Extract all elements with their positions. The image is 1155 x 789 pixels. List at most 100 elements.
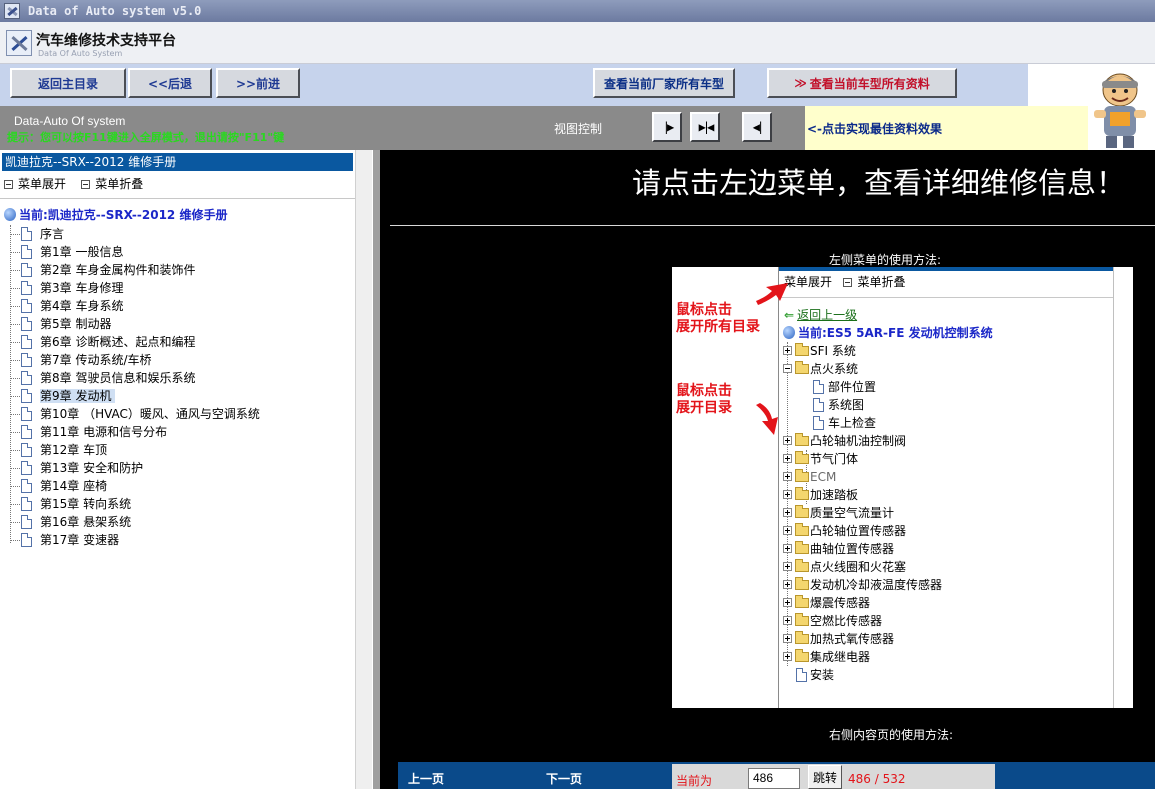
- demo-tree-row: 系统图: [782, 396, 942, 414]
- sidebar-item-label: 第2章 车身金属构件和装饰件: [40, 263, 196, 277]
- view-control-bar: Data-Auto Of system 提示：您可以按F11键进入全屏模式，退出…: [0, 106, 1088, 150]
- document-icon: [21, 407, 32, 421]
- sidebar-item-label: 第5章 制动器: [40, 317, 112, 331]
- all-models-button[interactable]: 查看当前厂家所有车型: [593, 68, 735, 98]
- sidebar-item[interactable]: 第2章 车身金属构件和装饰件: [10, 261, 260, 279]
- demo-topbar: [779, 267, 1113, 271]
- sidebar-item-label: 第4章 车身系统: [40, 299, 124, 313]
- split-arrows-icon: ▶|◀: [698, 120, 715, 134]
- folder-icon: [795, 631, 809, 644]
- all-model-data-button[interactable]: ≫ 查看当前车型所有资料: [767, 68, 957, 98]
- content-heading: 请点击左边菜单，查看详细维修信息！: [632, 166, 1126, 200]
- annotation-expand-line2: 展开目录: [676, 400, 732, 416]
- demo-tree-row: 节气门体: [782, 450, 942, 468]
- sidebar-item[interactable]: 第6章 诊断概述、起点和编程: [10, 333, 260, 351]
- demo-collapse-box-icon: [843, 278, 853, 287]
- collapse-box-icon: [81, 180, 91, 189]
- current-book: 当前:凯迪拉克--SRX--2012 维修手册: [4, 206, 227, 223]
- back-button[interactable]: <<后退: [128, 68, 212, 98]
- sidebar-item[interactable]: 第4章 车身系统: [10, 297, 260, 315]
- expand-plus-icon: [783, 634, 792, 643]
- annotation-expand-line1: 鼠标点击: [676, 383, 732, 399]
- folder-icon: [795, 559, 809, 572]
- view-split-button[interactable]: ▶|◀: [690, 112, 720, 142]
- expand-plus-icon: [783, 346, 792, 355]
- demo-tree-label: 部件位置: [828, 380, 877, 394]
- go-button[interactable]: 跳转: [808, 765, 842, 789]
- demo-tree-label: 质量空气流量计: [810, 506, 895, 520]
- expand-plus-icon: [783, 472, 792, 481]
- demo-divider-line: [779, 297, 1113, 298]
- expand-plus-icon: [783, 580, 792, 589]
- sidebar-item-label: 序言: [40, 227, 65, 241]
- expand-plus-icon: [783, 652, 792, 661]
- menu-collapse-label: 菜单折叠: [95, 177, 144, 191]
- main-menu-button[interactable]: 返回主目录: [10, 68, 126, 98]
- sidebar-item[interactable]: 第8章 驾驶员信息和娱乐系统: [10, 369, 260, 387]
- sidebar-item[interactable]: 第17章 变速器: [10, 531, 260, 549]
- sidebar-item[interactable]: 第10章 （HVAC）暖风、通风与空调系统: [10, 405, 260, 423]
- sidebar-item[interactable]: 第16章 悬架系统: [10, 513, 260, 531]
- annotation-expand-all-line2: 展开所有目录: [676, 319, 760, 335]
- view-left-panel-button[interactable]: |▶: [652, 112, 682, 142]
- demo-current-label: 当前:ES5 5AR-FE 发动机控制系统: [798, 326, 993, 340]
- demo-tree-label: 集成继电器: [810, 650, 871, 664]
- demo-divider: [778, 267, 779, 708]
- demo-tree-label: 加速踏板: [810, 488, 859, 502]
- menu-sidebar: 凯迪拉克--SRX--2012 维修手册 菜单展开 菜单折叠 当前:凯迪拉克--…: [0, 150, 372, 789]
- expand-plus-icon: [783, 526, 792, 535]
- sidebar-item[interactable]: 第13章 安全和防护: [10, 459, 260, 477]
- demo-tree-label: 发动机冷却液温度传感器: [810, 578, 943, 592]
- sidebar-item[interactable]: 第5章 制动器: [10, 315, 260, 333]
- folder-icon: [795, 649, 809, 662]
- document-icon: [21, 443, 32, 457]
- forward-button[interactable]: >>前进: [216, 68, 300, 98]
- next-page-link[interactable]: 下一页: [546, 770, 582, 787]
- view-tip: <-点击实现最佳资料效果: [805, 106, 1088, 150]
- demo-tree-row: 发动机冷却液温度传感器: [782, 576, 942, 594]
- sidebar-scrollbar[interactable]: [355, 150, 372, 789]
- document-icon: [21, 389, 32, 403]
- sidebar-item[interactable]: 第9章 发动机: [10, 387, 260, 405]
- sidebar-item[interactable]: 第15章 转向系统: [10, 495, 260, 513]
- expand-box-icon: [4, 180, 13, 189]
- globe-icon: [783, 326, 795, 339]
- annotation-expand: 鼠标点击 展开目录: [676, 383, 732, 417]
- demo-tree-label: 车上检查: [828, 416, 877, 430]
- demo-tree-label: 空燃比传感器: [810, 614, 883, 628]
- sidebar-item[interactable]: 第12章 车顶: [10, 441, 260, 459]
- document-icon: [21, 371, 32, 385]
- sidebar-item[interactable]: 第11章 电源和信号分布: [10, 423, 260, 441]
- sidebar-item[interactable]: 序言: [10, 225, 260, 243]
- pane-splitter[interactable]: [373, 150, 380, 789]
- sidebar-item[interactable]: 第3章 车身修理: [10, 279, 260, 297]
- demo-tree-row: 部件位置: [782, 378, 942, 396]
- expand-plus-icon: [783, 454, 792, 463]
- prev-page-link[interactable]: 上一页: [408, 770, 444, 787]
- document-icon: [21, 353, 32, 367]
- document-icon: [21, 515, 32, 529]
- demo-tree-label: 点火线圈和火花塞: [810, 560, 907, 574]
- demo-tree-row: 质量空气流量计: [782, 504, 942, 522]
- sidebar-item-label: 第16章 悬架系统: [40, 515, 132, 529]
- menu-collapse[interactable]: 菜单折叠: [81, 177, 143, 191]
- view-full-content-button[interactable]: ◀|: [742, 112, 772, 142]
- menu-usage-demo-image: 菜单展开 菜单折叠 ⇐ 返回上一级 当前:ES5 5AR-FE 发动机控制系统 S…: [672, 267, 1133, 708]
- sidebar-item[interactable]: 第7章 传动系统/车桥: [10, 351, 260, 369]
- demo-tree-label: 加热式氧传感器: [810, 632, 895, 646]
- sidebar-item-label: 第11章 电源和信号分布: [40, 425, 168, 439]
- menu-expand[interactable]: 菜单展开: [4, 177, 66, 191]
- folder-icon: [795, 505, 809, 518]
- demo-collapse: 菜单折叠: [857, 275, 906, 289]
- folder-icon: [795, 343, 809, 356]
- folder-icon: [795, 613, 809, 626]
- sidebar-item-label: 第6章 诊断概述、起点和编程: [40, 335, 196, 349]
- current-book-label: 当前:凯迪拉克--SRX--2012 维修手册: [19, 208, 228, 222]
- main-toolbar: 返回主目录 <<后退 >>前进 查看当前厂家所有车型 ≫ 查看当前车型所有资料: [0, 64, 1028, 106]
- book-title: 凯迪拉克--SRX--2012 维修手册: [2, 153, 353, 171]
- expand-plus-icon: [783, 616, 792, 625]
- sidebar-item[interactable]: 第1章 一般信息: [10, 243, 260, 261]
- folder-icon: [795, 577, 809, 590]
- sidebar-item[interactable]: 第14章 座椅: [10, 477, 260, 495]
- page-number-input[interactable]: 486: [748, 768, 800, 789]
